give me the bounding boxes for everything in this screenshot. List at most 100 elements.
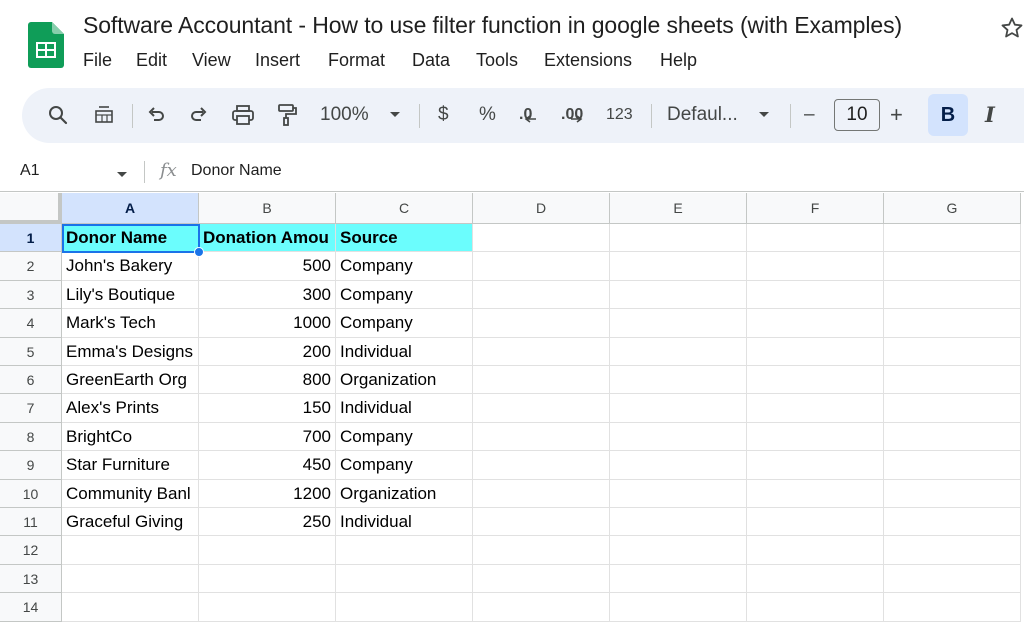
currency-format-button[interactable]: $ xyxy=(438,104,449,126)
spreadsheet-grid[interactable]: A B C D E F G 1 Donor Name Donation Amou Source 2 Jo… xyxy=(0,193,1024,623)
cell-f13[interactable] xyxy=(747,564,884,594)
menu-extensions[interactable]: Extensions xyxy=(544,50,632,71)
cell-e9[interactable] xyxy=(610,451,747,480)
undo-icon[interactable] xyxy=(142,101,170,129)
cell-c3[interactable]: Company xyxy=(336,280,473,310)
search-icon[interactable] xyxy=(44,101,72,129)
column-header-e[interactable]: E xyxy=(610,193,747,224)
row-header-3[interactable]: 3 xyxy=(0,280,62,310)
row-header-4[interactable]: 4 xyxy=(0,309,62,338)
paint-format-icon[interactable] xyxy=(273,101,301,129)
menu-insert[interactable]: Insert xyxy=(255,50,300,71)
cell-b12[interactable] xyxy=(199,536,336,565)
cell-f1[interactable] xyxy=(747,224,884,253)
increase-font-size-button[interactable]: + xyxy=(890,102,903,128)
cell-d10[interactable] xyxy=(473,479,610,508)
cell-d14[interactable] xyxy=(473,593,610,622)
row-header-6[interactable]: 6 xyxy=(0,366,62,395)
cell-d11[interactable] xyxy=(473,508,610,537)
cell-b5[interactable]: 200 xyxy=(199,337,336,366)
cell-e8[interactable] xyxy=(610,422,747,452)
cell-g7[interactable] xyxy=(884,394,1021,423)
cell-f5[interactable] xyxy=(747,337,884,366)
cell-c4[interactable]: Company xyxy=(336,309,473,338)
cell-a14[interactable] xyxy=(62,593,199,622)
cell-e10[interactable] xyxy=(610,479,747,508)
cell-g13[interactable] xyxy=(884,564,1021,594)
cell-c5[interactable]: Individual xyxy=(336,337,473,366)
column-header-a[interactable]: A xyxy=(62,193,199,224)
cell-g12[interactable] xyxy=(884,536,1021,565)
cell-d3[interactable] xyxy=(473,280,610,310)
cell-f11[interactable] xyxy=(747,508,884,537)
cell-e11[interactable] xyxy=(610,508,747,537)
column-header-b[interactable]: B xyxy=(199,193,336,224)
cell-a7[interactable]: Alex's Prints xyxy=(62,394,199,423)
more-formats-button[interactable]: 123 xyxy=(606,106,633,124)
cell-e7[interactable] xyxy=(610,394,747,423)
cell-e1[interactable] xyxy=(610,224,747,253)
cell-b8[interactable]: 700 xyxy=(199,422,336,452)
cell-b7[interactable]: 150 xyxy=(199,394,336,423)
cell-d7[interactable] xyxy=(473,394,610,423)
document-title[interactable]: Software Accountant - How to use filter … xyxy=(83,12,902,39)
cell-a13[interactable] xyxy=(62,564,199,594)
cell-g5[interactable] xyxy=(884,337,1021,366)
cell-a11[interactable]: Graceful Giving xyxy=(62,508,199,537)
cell-b11[interactable]: 250 xyxy=(199,508,336,537)
formula-input[interactable]: Donor Name xyxy=(191,162,282,180)
cell-c10[interactable]: Organization xyxy=(336,479,473,508)
cell-c8[interactable]: Company xyxy=(336,422,473,452)
cell-b10[interactable]: 1200 xyxy=(199,479,336,508)
cell-c6[interactable]: Organization xyxy=(336,366,473,395)
cell-d13[interactable] xyxy=(473,564,610,594)
cell-d5[interactable] xyxy=(473,337,610,366)
cell-c13[interactable] xyxy=(336,564,473,594)
column-header-c[interactable]: C xyxy=(336,193,473,224)
font-dropdown-icon[interactable] xyxy=(750,101,778,129)
row-header-1[interactable]: 1 xyxy=(0,224,62,253)
decrease-font-size-button[interactable]: – xyxy=(804,104,815,126)
row-header-13[interactable]: 13 xyxy=(0,564,62,594)
cell-a4[interactable]: Mark's Tech xyxy=(62,309,199,338)
cell-f14[interactable] xyxy=(747,593,884,622)
cell-a1[interactable]: Donor Name xyxy=(62,224,199,253)
cell-e12[interactable] xyxy=(610,536,747,565)
row-header-14[interactable]: 14 xyxy=(0,593,62,622)
font-family-select[interactable]: Defaul... xyxy=(667,104,738,126)
cell-b3[interactable]: 300 xyxy=(199,280,336,310)
cell-c14[interactable] xyxy=(336,593,473,622)
zoom-dropdown-icon[interactable] xyxy=(381,101,409,129)
name-box[interactable]: A1 xyxy=(20,162,40,180)
cell-g11[interactable] xyxy=(884,508,1021,537)
cell-c1[interactable]: Source xyxy=(336,224,473,253)
row-header-5[interactable]: 5 xyxy=(0,337,62,366)
cell-a5[interactable]: Emma's Designs xyxy=(62,337,199,366)
cell-f4[interactable] xyxy=(747,309,884,338)
cell-a2[interactable]: John's Bakery xyxy=(62,252,199,281)
name-box-dropdown-icon[interactable] xyxy=(116,166,128,184)
cell-d8[interactable] xyxy=(473,422,610,452)
menu-edit[interactable]: Edit xyxy=(136,50,167,71)
cell-g4[interactable] xyxy=(884,309,1021,338)
cell-f9[interactable] xyxy=(747,451,884,480)
cell-e13[interactable] xyxy=(610,564,747,594)
cell-c11[interactable]: Individual xyxy=(336,508,473,537)
cell-b14[interactable] xyxy=(199,593,336,622)
menu-help[interactable]: Help xyxy=(660,50,697,71)
cell-g9[interactable] xyxy=(884,451,1021,480)
cell-d12[interactable] xyxy=(473,536,610,565)
cell-f10[interactable] xyxy=(747,479,884,508)
cell-b6[interactable]: 800 xyxy=(199,366,336,395)
cell-f7[interactable] xyxy=(747,394,884,423)
row-header-7[interactable]: 7 xyxy=(0,394,62,423)
column-header-g[interactable]: G xyxy=(884,193,1021,224)
zoom-select[interactable]: 100% xyxy=(320,104,369,126)
row-header-10[interactable]: 10 xyxy=(0,479,62,508)
column-header-d[interactable]: D xyxy=(473,193,610,224)
cell-c9[interactable]: Company xyxy=(336,451,473,480)
cell-f8[interactable] xyxy=(747,422,884,452)
cell-a8[interactable]: BrightCo xyxy=(62,422,199,452)
print-icon[interactable] xyxy=(229,101,257,129)
cell-c12[interactable] xyxy=(336,536,473,565)
